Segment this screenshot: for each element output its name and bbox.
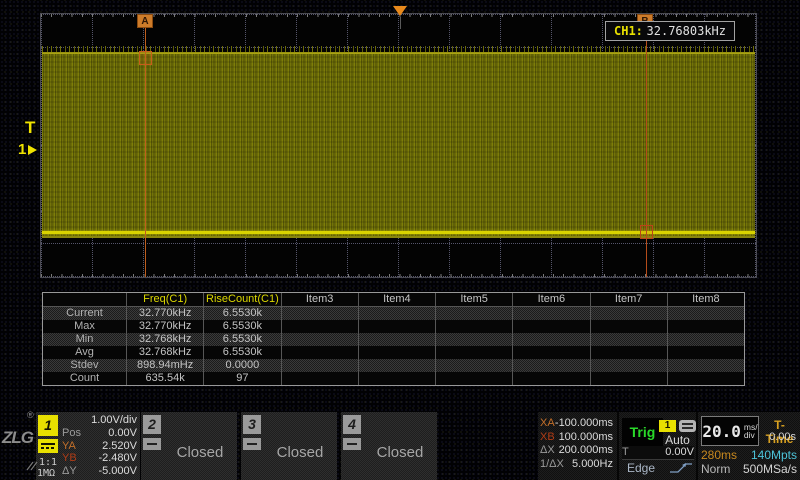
channel3-block[interactable]: 3 Closed bbox=[241, 412, 337, 480]
cursor-dy-value: -5.000V bbox=[98, 465, 137, 478]
channel1-position: 0.00V bbox=[108, 427, 137, 440]
col-risecount: RiseCount(C1) bbox=[203, 293, 280, 306]
channel4-number-badge[interactable]: 4 bbox=[343, 415, 361, 434]
readout-channel-label: CH1: bbox=[614, 24, 643, 38]
waveform-band-ch1 bbox=[42, 52, 755, 238]
timebase-section[interactable]: 20.0 ms/div T-Time 0.00s 280ms 140Mpts N… bbox=[696, 412, 800, 480]
trigger-type[interactable]: Edge bbox=[627, 461, 655, 475]
cursor-xa-value: -100.000ms bbox=[555, 417, 613, 431]
channel1-number-badge[interactable]: 1 bbox=[38, 415, 58, 436]
channel4-coupling-icon bbox=[343, 438, 361, 450]
trigger-mode[interactable]: Auto bbox=[659, 433, 696, 447]
cursor-a-point-marker[interactable] bbox=[139, 51, 152, 65]
status-panel: XA-100.000ms XB100.000ms ΔX200.000ms 1/Δ… bbox=[538, 412, 800, 480]
channel2-block[interactable]: 2 Closed bbox=[141, 412, 237, 480]
dc-coupling-icon[interactable] bbox=[38, 439, 58, 453]
x-cursor-readouts: XA-100.000ms XB100.000ms ΔX200.000ms 1/Δ… bbox=[540, 417, 613, 471]
memory-depth: 140Mpts bbox=[751, 448, 797, 462]
table-row-current: Current 32.770kHz 6.5530k bbox=[43, 307, 744, 320]
ttime-value: 0.00s bbox=[762, 431, 796, 443]
cursor-xb-value: 100.000ms bbox=[559, 431, 613, 445]
trigger-section[interactable]: Trig 1 Auto T 0.00V Edge bbox=[617, 412, 696, 480]
channel3-status: Closed bbox=[267, 444, 333, 461]
diagonal-lines-icon bbox=[26, 459, 39, 471]
trigger-status-badge[interactable]: Trig bbox=[622, 418, 663, 446]
brand-logo: ZLG bbox=[2, 428, 33, 448]
table-row-count: Count 635.54k 97 bbox=[43, 372, 744, 385]
cursor-invdx-value: 5.000Hz bbox=[572, 458, 613, 472]
col-freq: Freq(C1) bbox=[126, 293, 203, 306]
capture-window: 280ms bbox=[701, 448, 737, 462]
channel1-impedance: 1MΩ bbox=[37, 468, 55, 479]
timebase-scale-box[interactable]: 20.0 ms/div bbox=[701, 416, 759, 446]
registered-mark: ® bbox=[27, 410, 34, 420]
channel1-ground-marker[interactable]: 1 bbox=[18, 141, 37, 158]
cursor-yb-value: -2.480V bbox=[98, 452, 137, 465]
channel2-number-badge[interactable]: 2 bbox=[143, 415, 161, 434]
measurement-table: Freq(C1) RiseCount(C1) Item3 Item4 Item5… bbox=[42, 292, 745, 386]
cursor-ya-value: 2.520V bbox=[102, 440, 137, 453]
channel1-probe-ratio: 1:1 bbox=[39, 457, 57, 468]
grid-ticks-bottom bbox=[41, 274, 756, 277]
channel2-coupling-icon bbox=[143, 438, 161, 450]
rising-edge-icon bbox=[669, 461, 693, 474]
trigger-coupling-icon[interactable] bbox=[679, 420, 696, 432]
trigger-level-marker[interactable]: T bbox=[25, 118, 35, 138]
oscilloscope-screen: A B CH1: 32.76803kHz T 1 Freq(C1) RiseCo… bbox=[0, 0, 800, 480]
table-row-min: Min 32.768kHz 6.5530k bbox=[43, 333, 744, 346]
table-row-max: Max 32.770kHz 6.5530k bbox=[43, 320, 744, 333]
cursor-b-point-marker[interactable] bbox=[640, 225, 653, 239]
channel2-status: Closed bbox=[167, 444, 233, 461]
channel4-status: Closed bbox=[367, 444, 433, 461]
cursor-dx-value: 200.000ms bbox=[559, 444, 613, 458]
channel1-block[interactable]: 1 1:1 1MΩ 1.00V/div Pos0.00V YA2.520V YB… bbox=[36, 412, 140, 480]
channel3-coupling-icon bbox=[243, 438, 261, 450]
waveform-display bbox=[40, 13, 757, 278]
cursor-a-label[interactable]: A bbox=[137, 14, 153, 28]
readout-frequency-value: 32.76803kHz bbox=[647, 24, 726, 38]
trigger-position-stem bbox=[400, 17, 401, 29]
trigger-position-icon[interactable] bbox=[393, 6, 407, 16]
right-arrow-icon bbox=[28, 145, 37, 155]
table-row-stdev: Stdev 898.94mHz 0.0000 bbox=[43, 359, 744, 372]
measurement-table-header: Freq(C1) RiseCount(C1) Item3 Item4 Item5… bbox=[43, 293, 744, 307]
channel1-scale: 1.00V/div bbox=[91, 414, 137, 427]
channel3-number-badge[interactable]: 3 bbox=[243, 415, 261, 434]
channel4-block[interactable]: 4 Closed bbox=[341, 412, 437, 480]
trigger-level-value[interactable]: 0.00V bbox=[665, 446, 694, 459]
acquire-mode[interactable]: Norm bbox=[701, 462, 730, 476]
table-row-avg: Avg 32.768kHz 6.5530k bbox=[43, 346, 744, 359]
freq-readout-box: CH1: 32.76803kHz bbox=[605, 21, 735, 41]
sample-rate: 500MSa/s bbox=[743, 462, 797, 476]
trigger-source-badge[interactable]: 1 bbox=[659, 420, 676, 432]
